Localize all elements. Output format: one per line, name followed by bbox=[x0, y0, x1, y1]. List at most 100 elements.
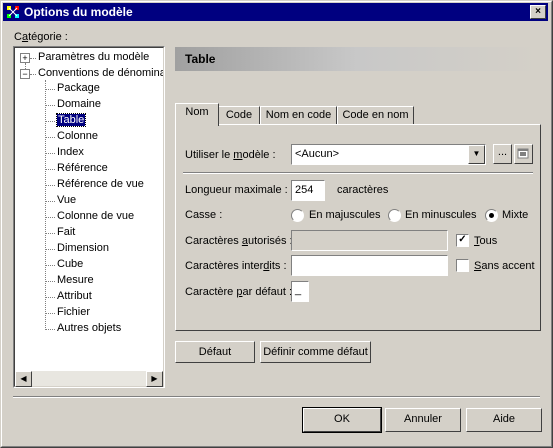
tree-item-parametres[interactable]: Paramètres du modèle bbox=[38, 51, 149, 63]
tree-item-label: Référence bbox=[57, 162, 108, 174]
tree-item-domaine[interactable]: Domaine bbox=[57, 98, 101, 110]
forbidden-label: Caractères interdits : bbox=[185, 260, 287, 272]
tree-item-fait[interactable]: Fait bbox=[57, 226, 75, 238]
maxlen-unit: caractères bbox=[337, 184, 389, 196]
category-tree[interactable]: + Paramètres du modèle − Conventions de … bbox=[14, 47, 164, 387]
tree-item-package[interactable]: Package bbox=[57, 82, 100, 94]
tree-connector bbox=[46, 249, 55, 250]
browse-button[interactable]: ... bbox=[493, 144, 512, 164]
tree-item-label: Dimension bbox=[57, 242, 109, 254]
maxlen-input[interactable]: 254 bbox=[291, 180, 325, 201]
tab-nom[interactable]: Nom bbox=[175, 103, 219, 126]
tree-connector bbox=[46, 137, 55, 138]
scroll-right-icon[interactable]: ▶ bbox=[146, 371, 163, 387]
tree-connector bbox=[46, 329, 55, 330]
tree-connector bbox=[46, 297, 55, 298]
tree-item-colonne[interactable]: Colonne bbox=[57, 130, 98, 142]
separator bbox=[183, 172, 533, 174]
tree-item-conventions[interactable]: Conventions de dénominati bbox=[38, 67, 163, 79]
properties-icon bbox=[517, 148, 529, 159]
tab-panel: Utiliser le modèle : <Aucun> ▼ ... Longu… bbox=[175, 124, 541, 331]
model-select[interactable]: <Aucun> ▼ bbox=[291, 144, 486, 165]
category-label: Catégorie : bbox=[14, 31, 68, 43]
tree-item-r-f-rence[interactable]: Référence bbox=[57, 162, 108, 174]
tree-item-label: Référence de vue bbox=[57, 178, 144, 190]
tree-item-label: Vue bbox=[57, 194, 77, 206]
tree-item-label: Mesure bbox=[57, 274, 94, 286]
default-button[interactable]: Défaut bbox=[175, 341, 255, 363]
tree-item-label: Index bbox=[57, 146, 84, 158]
section-header: Table bbox=[175, 47, 539, 71]
no-accent-label[interactable]: Sans accent bbox=[474, 260, 535, 272]
case-option-minuscules[interactable]: En minuscules bbox=[405, 209, 477, 221]
all-checkbox[interactable]: ✓ bbox=[456, 234, 469, 247]
tree-item-label: Colonne bbox=[57, 130, 98, 142]
tree-item-label: Attribut bbox=[57, 290, 92, 302]
tree-item-label: Table bbox=[55, 113, 87, 127]
forbidden-input[interactable] bbox=[291, 255, 448, 276]
tree-connector bbox=[46, 185, 55, 186]
case-option-mixte[interactable]: Mixte bbox=[502, 209, 528, 221]
expand-plus-icon[interactable]: + bbox=[20, 53, 30, 63]
scroll-left-icon[interactable]: ◀ bbox=[15, 371, 32, 387]
tree-connector bbox=[46, 169, 55, 170]
maxlen-value: 254 bbox=[295, 184, 314, 196]
section-title: Table bbox=[185, 52, 216, 66]
tab-code[interactable]: Code bbox=[218, 106, 260, 125]
all-label[interactable]: Tous bbox=[474, 235, 497, 247]
tree-item-colonne-de-vue[interactable]: Colonne de vue bbox=[57, 210, 134, 222]
category-tree-frame: + Paramètres du modèle − Conventions de … bbox=[13, 46, 165, 388]
tree-connector bbox=[46, 153, 55, 154]
tree-connector bbox=[46, 121, 55, 122]
tree-item-label: Domaine bbox=[57, 98, 102, 110]
tree-item-label: Colonne de vue bbox=[57, 210, 135, 222]
bottom-separator bbox=[13, 396, 540, 398]
tree-connector bbox=[46, 313, 55, 314]
tree-horizontal-scrollbar[interactable]: ◀ ▶ bbox=[15, 371, 163, 387]
properties-button[interactable] bbox=[514, 144, 533, 164]
help-button[interactable]: Aide bbox=[466, 408, 542, 432]
radio-minuscules[interactable] bbox=[388, 209, 401, 222]
tree-connector bbox=[46, 105, 55, 106]
tree-item-label: Fait bbox=[57, 226, 76, 238]
tree-item-label: Package bbox=[57, 82, 100, 94]
default-char-input[interactable]: _ bbox=[291, 281, 309, 302]
radio-mixte[interactable] bbox=[485, 209, 498, 222]
case-option-majuscules[interactable]: En majuscules bbox=[309, 209, 381, 221]
tree-item-fichier[interactable]: Fichier bbox=[57, 306, 90, 318]
tree-item-label: Fichier bbox=[57, 306, 91, 318]
set-default-button[interactable]: Définir comme défaut bbox=[260, 341, 371, 363]
tree-item-r-f-rence-de-vue[interactable]: Référence de vue bbox=[57, 178, 144, 190]
cancel-button[interactable]: Annuler bbox=[385, 408, 461, 432]
radio-majuscules[interactable] bbox=[291, 209, 304, 222]
tree-connector bbox=[46, 281, 55, 282]
close-icon[interactable]: × bbox=[530, 5, 546, 19]
chevron-down-icon[interactable]: ▼ bbox=[468, 145, 485, 164]
tab-code-en-nom[interactable]: Code en nom bbox=[337, 106, 414, 125]
window-title: Options du modèle bbox=[24, 5, 133, 19]
radio-selected-dot bbox=[489, 213, 494, 218]
tree-item-label: Autres objets bbox=[57, 322, 122, 334]
allowed-input[interactable] bbox=[291, 230, 448, 251]
default-char-value: _ bbox=[295, 284, 302, 296]
model-select-value: <Aucun> bbox=[295, 148, 340, 160]
tree-item-mesure[interactable]: Mesure bbox=[57, 274, 94, 286]
tree-connector bbox=[46, 89, 55, 90]
collapse-minus-icon[interactable]: − bbox=[20, 69, 30, 79]
tree-item-index[interactable]: Index bbox=[57, 146, 84, 158]
default-char-label: Caractère par défaut : bbox=[185, 286, 293, 298]
no-accent-checkbox[interactable] bbox=[456, 259, 469, 272]
app-icon bbox=[6, 5, 20, 19]
tree-item-cube[interactable]: Cube bbox=[57, 258, 83, 270]
tree-item-label: Cube bbox=[57, 258, 84, 270]
tree-item-vue[interactable]: Vue bbox=[57, 194, 76, 206]
ok-button[interactable]: OK bbox=[302, 407, 382, 433]
tab-nom-en-code[interactable]: Nom en code bbox=[260, 106, 337, 125]
case-label: Casse : bbox=[185, 209, 223, 221]
tree-item-autres-objets[interactable]: Autres objets bbox=[57, 322, 121, 334]
tree-item-attribut[interactable]: Attribut bbox=[57, 290, 92, 302]
tree-item-table[interactable]: Table bbox=[55, 113, 87, 127]
tree-connector bbox=[46, 217, 55, 218]
title-bar[interactable]: Options du modèle × bbox=[3, 3, 548, 21]
tree-item-dimension[interactable]: Dimension bbox=[57, 242, 109, 254]
